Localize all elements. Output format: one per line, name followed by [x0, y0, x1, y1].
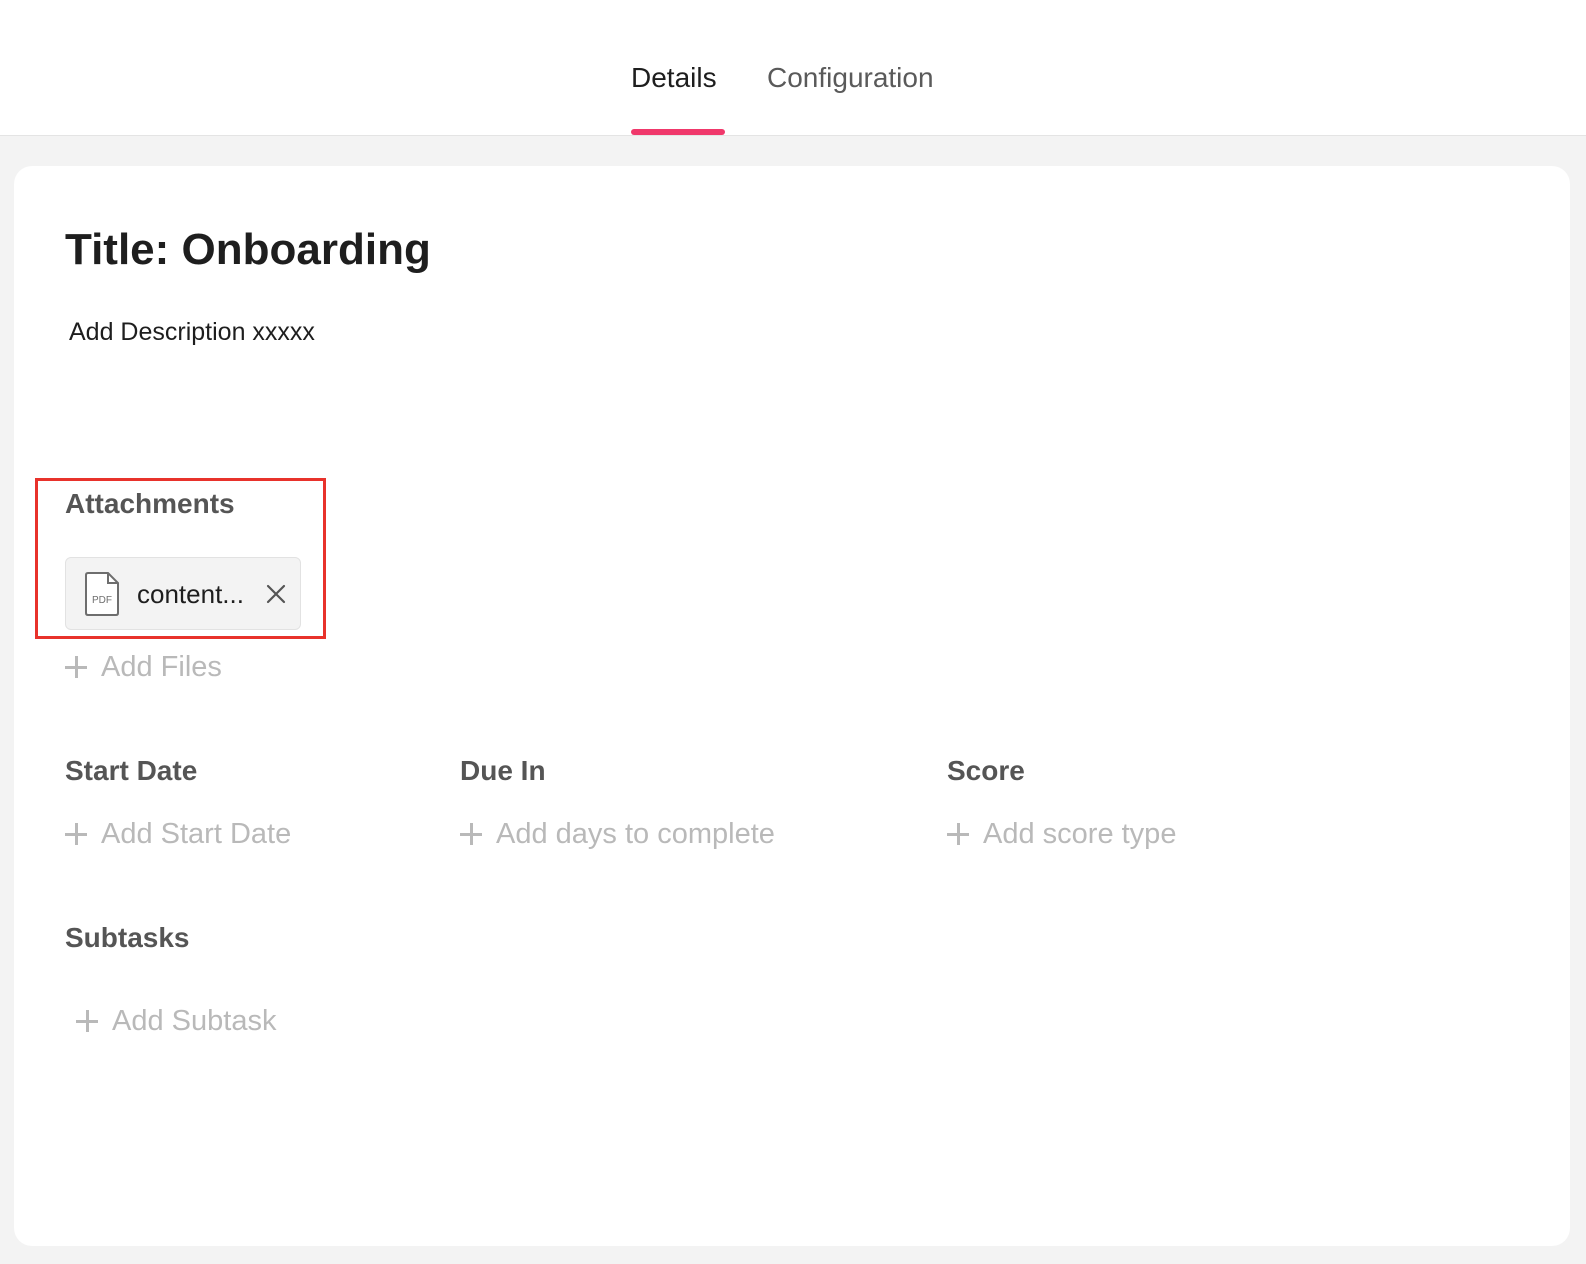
- tab-bar: Details Configuration: [0, 0, 1586, 136]
- close-icon[interactable]: [265, 583, 287, 605]
- pdf-file-icon: PDF: [85, 572, 119, 616]
- add-files-label: Add Files: [101, 651, 222, 683]
- score-label: Score: [947, 755, 1025, 786]
- attachment-chip[interactable]: PDF content...: [65, 557, 301, 630]
- add-files-button[interactable]: Add Files: [65, 648, 222, 686]
- add-start-date-button[interactable]: Add Start Date: [65, 815, 291, 853]
- plus-icon: [460, 823, 482, 845]
- description-field[interactable]: Add Description xxxxx: [69, 315, 315, 349]
- add-start-date-label: Add Start Date: [101, 818, 292, 850]
- plus-icon: [65, 656, 87, 678]
- pdf-badge-text: PDF: [92, 595, 112, 606]
- add-days-to-complete-label: Add days to complete: [496, 818, 775, 850]
- add-days-to-complete-button[interactable]: Add days to complete: [460, 815, 775, 853]
- add-subtask-label: Add Subtask: [112, 1005, 277, 1037]
- start-date-label: Start Date: [65, 755, 198, 786]
- page-title: Title: Onboarding: [65, 225, 431, 274]
- tab-details[interactable]: Details: [631, 58, 717, 98]
- due-in-label: Due In: [460, 755, 546, 786]
- task-details-card: Title: Onboarding Add Description xxxxx …: [14, 166, 1570, 1246]
- add-score-type-button[interactable]: Add score type: [947, 815, 1176, 853]
- subtasks-label: Subtasks: [65, 922, 190, 953]
- plus-icon: [65, 823, 87, 845]
- attachment-file-name: content...: [137, 579, 244, 609]
- plus-icon: [76, 1010, 98, 1032]
- tab-configuration[interactable]: Configuration: [767, 58, 934, 98]
- attachments-label: Attachments: [65, 488, 235, 519]
- active-tab-indicator: [631, 129, 725, 135]
- add-score-type-label: Add score type: [983, 818, 1177, 850]
- plus-icon: [947, 823, 969, 845]
- add-subtask-button[interactable]: Add Subtask: [76, 1002, 276, 1040]
